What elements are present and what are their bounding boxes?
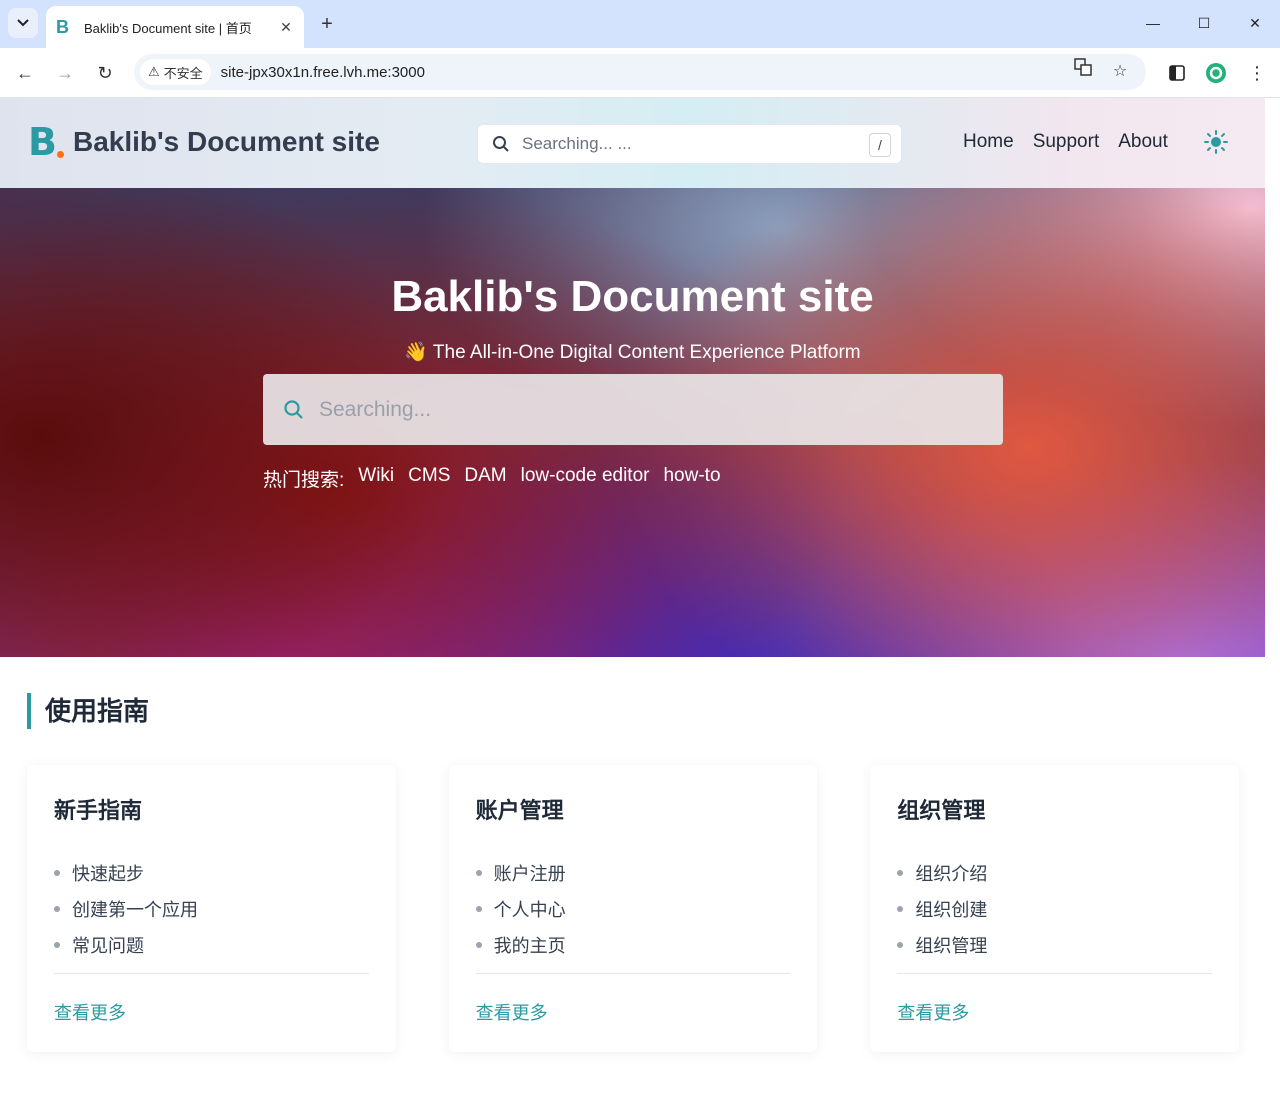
browser-toolbar: ← → ↻ ⚠ 不安全 site-jpx30x1n.free.lvh.me:30… [0,48,1280,98]
hot-term-link[interactable]: CMS [408,465,450,492]
browser-tab-active[interactable]: B Baklib's Document site | 首页 ✕ [46,6,304,48]
guide-cards: 新手指南 快速起步 创建第一个应用 常见问题 查看更多 账户管理 账户注册 个人… [27,765,1240,1052]
url-text[interactable]: site-jpx30x1n.free.lvh.me:3000 [221,64,425,81]
card-list-item[interactable]: 个人中心 [476,891,566,927]
view-more-link[interactable]: 查看更多 [476,999,548,1025]
nav-about[interactable]: About [1118,131,1168,153]
security-label: 不安全 [163,65,203,81]
browser-menu-icon[interactable]: ⋮ [1242,58,1272,88]
view-more-link[interactable]: 查看更多 [897,999,969,1025]
card-title[interactable]: 组织管理 [897,793,985,825]
guide-card: 账户管理 账户注册 个人中心 我的主页 查看更多 [448,765,818,1052]
logo-mark-icon: B [28,122,64,162]
hot-term-link[interactable]: Wiki [358,465,394,492]
minimize-icon[interactable]: — [1140,10,1166,36]
card-list: 账户注册 个人中心 我的主页 [476,855,566,963]
nav-support[interactable]: Support [1033,131,1100,153]
warning-triangle-icon: ⚠ [148,64,160,79]
hero-search-input[interactable] [319,397,979,422]
new-tab-plus-icon[interactable]: + [314,12,340,38]
hot-term-link[interactable]: low-code editor [521,465,650,492]
header-search-input[interactable] [522,134,842,154]
close-window-icon[interactable]: ✕ [1242,10,1268,36]
card-list: 快速起步 创建第一个应用 常见问题 [54,855,198,963]
reload-icon[interactable]: ↻ [90,58,120,88]
translate-icon[interactable] [1069,58,1097,86]
back-arrow-icon[interactable]: ← [10,58,40,88]
card-list-item[interactable]: 我的主页 [476,927,566,963]
header-search-box[interactable]: / [477,124,902,164]
maximize-icon[interactable]: ☐ [1191,10,1217,36]
site-name: Baklib's Document site [72,126,380,157]
nav-home[interactable]: Home [963,131,1014,153]
card-divider [897,973,1213,974]
view-more-link[interactable]: 查看更多 [54,999,126,1025]
site-header: B Baklib's Document site / Home Support … [0,98,1265,188]
guide-card: 新手指南 快速起步 创建第一个应用 常见问题 查看更多 [27,765,396,1052]
tab-title: Baklib's Document site | 首页 [84,20,252,36]
tab-list-chevron-down-icon[interactable] [8,8,38,38]
hot-term-link[interactable]: DAM [464,465,506,492]
card-list-item[interactable]: 组织管理 [897,927,987,963]
card-divider [475,973,791,974]
card-list-item[interactable]: 快速起步 [54,855,198,891]
card-list-item[interactable]: 组织创建 [897,891,987,927]
bookmark-star-icon[interactable]: ☆ [1106,58,1134,86]
card-list-item[interactable]: 账户注册 [476,855,566,891]
card-divider [54,973,369,974]
card-title[interactable]: 账户管理 [476,793,564,825]
card-list-item[interactable]: 组织介绍 [897,855,987,891]
card-title[interactable]: 新手指南 [54,793,142,825]
hot-searches-label: 热门搜索: [263,470,345,491]
profile-avatar[interactable] [1201,58,1231,88]
site-logo[interactable]: B Baklib's Document site [28,122,380,162]
tab-close-icon[interactable]: ✕ [278,19,294,36]
site-favicon-icon: B [56,16,69,37]
sun-theme-toggle-icon[interactable] [1203,129,1229,155]
security-chip[interactable]: ⚠ 不安全 [140,59,211,85]
forward-arrow-icon[interactable]: → [50,58,80,88]
hero-title: Baklib's Document site [391,272,874,321]
card-list-item[interactable]: 创建第一个应用 [54,891,198,927]
card-list: 组织介绍 组织创建 组织管理 [897,855,987,963]
address-bar[interactable]: ⚠ 不安全 site-jpx30x1n.free.lvh.me:3000 ☆ [134,54,1146,90]
side-panel-icon[interactable] [1162,58,1192,88]
guide-card: 组织管理 组织介绍 组织创建 组织管理 查看更多 [870,765,1240,1052]
hot-term-link[interactable]: how-to [663,465,720,492]
top-nav: Home Support About [963,131,1168,153]
search-icon [493,136,509,152]
search-shortcut-key: / [869,133,891,157]
hero-search-box[interactable] [263,374,1003,445]
hero-subtitle: 👋 The All-in-One Digital Content Experie… [404,342,861,363]
card-list-item[interactable]: 常见问题 [54,927,198,963]
hero-banner: Baklib's Document site 👋 The All-in-One … [0,188,1265,657]
hot-searches: 热门搜索: Wiki CMS DAM low-code editor how-t… [263,465,721,492]
section-title: 使用指南 [27,693,149,729]
search-icon [284,399,303,419]
browser-tab-strip: B Baklib's Document site | 首页 ✕ + — ☐ ✕ [0,0,1280,48]
